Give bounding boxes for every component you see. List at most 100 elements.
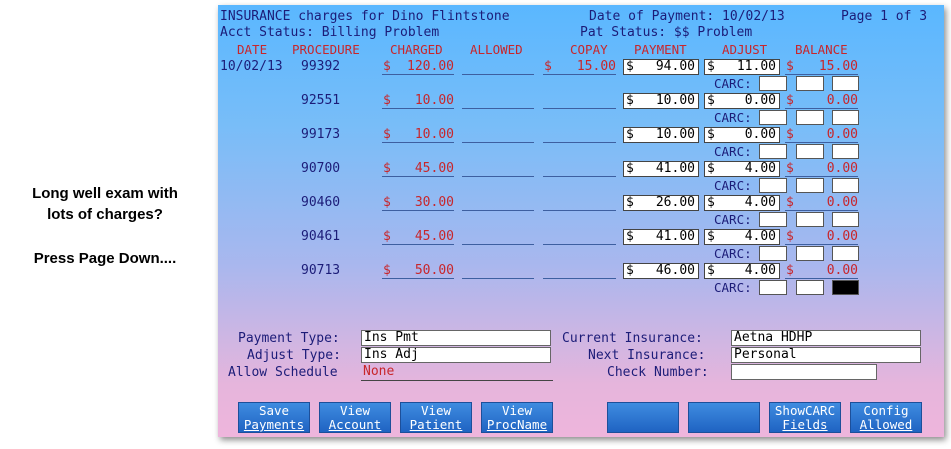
charged-field[interactable]: 30.00 — [382, 195, 454, 211]
fkey-line1: View — [501, 403, 533, 418]
carc-code-field-1[interactable] — [759, 246, 787, 261]
adjust-field[interactable]: $4.00 — [704, 263, 780, 279]
carc-label: CARC: — [714, 246, 752, 261]
carc-code-field-3[interactable] — [832, 280, 859, 295]
carc-code-field-2[interactable] — [796, 178, 824, 193]
allow-schedule-field[interactable]: None — [361, 364, 553, 381]
col-header-allowed: ALLOWED — [470, 42, 523, 57]
balance-field[interactable]: 0.00 — [785, 195, 858, 211]
allowed-field[interactable] — [462, 59, 534, 75]
payment-value: 10.00 — [655, 93, 695, 108]
adjust-field[interactable]: $4.00 — [704, 195, 780, 211]
carc-label: CARC: — [714, 178, 752, 193]
payment-currency: $ — [626, 127, 634, 142]
side-note-line1: Long well exam with — [32, 185, 178, 202]
current-insurance-field[interactable]: Aetna HDHP — [731, 330, 921, 346]
payment-field[interactable]: $41.00 — [623, 161, 699, 177]
copay-field[interactable] — [543, 195, 616, 211]
carc-code-field-1[interactable] — [759, 280, 787, 295]
charged-field[interactable]: 45.00 — [382, 161, 454, 177]
payment-field[interactable]: $26.00 — [623, 195, 699, 211]
copay-field[interactable] — [543, 93, 616, 109]
show-carc-fields-button[interactable]: ShowCARC Fields — [769, 402, 841, 433]
carc-code-field-1[interactable] — [759, 76, 787, 91]
allowed-field[interactable] — [462, 127, 534, 143]
fkey-line2: ProcName — [486, 417, 548, 432]
balance-field[interactable]: 15.00 — [785, 59, 858, 75]
allowed-field[interactable] — [462, 93, 534, 109]
allowed-field[interactable] — [462, 161, 534, 177]
payment-field[interactable]: $46.00 — [623, 263, 699, 279]
next-insurance-field[interactable]: Personal — [731, 347, 921, 363]
carc-code-field-2[interactable] — [796, 212, 824, 227]
charged-field[interactable]: 10.00 — [382, 127, 454, 143]
carc-code-field-3[interactable] — [832, 212, 859, 227]
charged-field[interactable]: 45.00 — [382, 229, 454, 245]
adjust-field[interactable]: $4.00 — [704, 229, 780, 245]
copay-field[interactable] — [543, 127, 616, 143]
carc-code-field-1[interactable] — [759, 178, 787, 193]
carc-code-field-1[interactable] — [759, 144, 787, 159]
payment-value: 41.00 — [655, 161, 695, 176]
charged-field[interactable]: 120.00 — [382, 59, 454, 75]
view-patient-button[interactable]: View Patient — [400, 402, 472, 433]
carc-code-field-3[interactable] — [832, 144, 859, 159]
adjust-value: 4.00 — [744, 195, 776, 210]
view-account-button[interactable]: View Account — [319, 402, 391, 433]
adjust-currency: $ — [707, 127, 715, 142]
check-number-field[interactable] — [731, 364, 877, 380]
date-of-payment: Date of Payment: 10/02/13 — [589, 9, 785, 24]
payment-field[interactable]: $41.00 — [623, 229, 699, 245]
allowed-field[interactable] — [462, 195, 534, 211]
view-procname-button[interactable]: View ProcName — [481, 402, 553, 433]
balance-field[interactable]: 0.00 — [785, 93, 858, 109]
check-number-label: Check Number: — [607, 365, 709, 380]
balance-field[interactable]: 0.00 — [785, 229, 858, 245]
allowed-field[interactable] — [462, 229, 534, 245]
allowed-field[interactable] — [462, 263, 534, 279]
payment-value: 94.00 — [655, 59, 695, 74]
fkey-line1: Save — [258, 403, 290, 418]
payment-field[interactable]: $94.00 — [623, 59, 699, 75]
copay-field[interactable] — [543, 229, 616, 245]
balance-field[interactable]: 0.00 — [785, 263, 858, 279]
carc-code-field-1[interactable] — [759, 212, 787, 227]
copay-field[interactable]: 15.00 — [543, 59, 616, 75]
blank-fkey-button-5[interactable] — [607, 402, 679, 433]
adjust-field[interactable]: $11.00 — [704, 59, 780, 75]
carc-code-field-3[interactable] — [832, 76, 859, 91]
charged-field[interactable]: 50.00 — [382, 263, 454, 279]
carc-code-field-2[interactable] — [796, 144, 824, 159]
carc-code-field-3[interactable] — [832, 246, 859, 261]
fkey-line2: Account — [328, 417, 382, 432]
payment-field[interactable]: $10.00 — [623, 93, 699, 109]
carc-code-field-2[interactable] — [796, 246, 824, 261]
save-payments-button[interactable]: Save Payments — [238, 402, 310, 433]
balance-field[interactable]: 0.00 — [785, 127, 858, 143]
carc-code-field-3[interactable] — [832, 178, 859, 193]
fkey-line2: Payments — [243, 417, 305, 432]
carc-code-field-2[interactable] — [796, 110, 824, 125]
copay-field[interactable] — [543, 161, 616, 177]
carc-code-field-3[interactable] — [832, 110, 859, 125]
blank-fkey-button-6[interactable] — [688, 402, 760, 433]
carc-label: CARC: — [714, 110, 752, 125]
carc-code-field-2[interactable] — [796, 76, 824, 91]
payment-currency: $ — [626, 93, 634, 108]
balance-field[interactable]: 0.00 — [785, 161, 858, 177]
payment-type-field[interactable]: Ins Pmt — [361, 330, 551, 346]
adjust-field[interactable]: $0.00 — [704, 127, 780, 143]
adjust-value: 4.00 — [744, 161, 776, 176]
carc-code-field-2[interactable] — [796, 280, 824, 295]
payment-currency: $ — [626, 161, 634, 176]
adjust-field[interactable]: $4.00 — [704, 161, 780, 177]
adjust-field[interactable]: $0.00 — [704, 93, 780, 109]
adjust-type-field[interactable]: Ins Adj — [361, 347, 551, 363]
payment-field[interactable]: $10.00 — [623, 127, 699, 143]
charged-field[interactable]: 10.00 — [382, 93, 454, 109]
config-allowed-button[interactable]: Config Allowed — [850, 402, 922, 433]
copay-field[interactable] — [543, 263, 616, 279]
col-header-procedure: PROCEDURE — [292, 42, 360, 57]
adjust-type-label: Adjust Type: — [247, 348, 341, 363]
carc-code-field-1[interactable] — [759, 110, 787, 125]
